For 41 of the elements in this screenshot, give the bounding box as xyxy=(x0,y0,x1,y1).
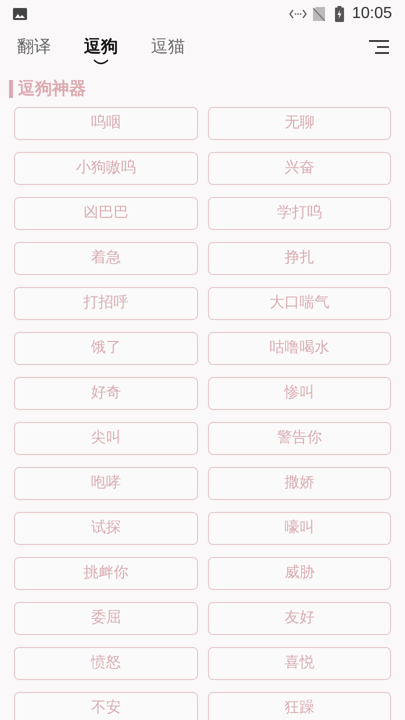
tab[interactable]: 翻译 xyxy=(17,37,51,57)
section-marker xyxy=(9,80,13,98)
sound-button[interactable]: 着急 xyxy=(14,242,198,275)
sound-button[interactable]: 挣扎 xyxy=(208,242,391,275)
sound-button[interactable]: 挑衅你 xyxy=(14,557,198,590)
sound-button[interactable]: 打招呼 xyxy=(14,287,198,320)
image-icon xyxy=(13,8,27,20)
sound-button[interactable]: 大口喘气 xyxy=(208,287,391,320)
sound-button[interactable]: 警告你 xyxy=(208,422,391,455)
sound-button[interactable]: 小狗嗷呜 xyxy=(14,152,198,185)
sound-button[interactable]: 咕噜喝水 xyxy=(208,332,391,365)
tab[interactable]: 逗猫 xyxy=(151,37,185,57)
section-title: 逗狗神器 xyxy=(18,78,86,100)
tab[interactable]: 逗狗 xyxy=(84,37,118,57)
sound-button[interactable]: 委屈 xyxy=(14,602,198,635)
sound-button[interactable]: 饿了 xyxy=(14,332,198,365)
sound-button[interactable]: 狂躁 xyxy=(208,692,391,720)
sound-button[interactable]: 学打呜 xyxy=(208,197,391,230)
sound-button[interactable]: 惨叫 xyxy=(208,377,391,410)
sound-button[interactable]: 喜悦 xyxy=(208,647,391,680)
sound-button[interactable]: 不安 xyxy=(14,692,198,720)
sound-button[interactable]: 兴奋 xyxy=(208,152,391,185)
menu-button[interactable] xyxy=(369,40,389,54)
sound-button[interactable]: 试探 xyxy=(14,512,198,545)
smile-indicator-icon xyxy=(93,59,109,65)
sound-button[interactable]: 撒娇 xyxy=(208,467,391,500)
battery-charging-icon xyxy=(334,6,344,22)
sound-button[interactable]: 无聊 xyxy=(208,107,391,140)
code-icon xyxy=(288,9,307,19)
sound-button[interactable]: 威胁 xyxy=(208,557,391,590)
sound-button[interactable]: 好奇 xyxy=(14,377,198,410)
sound-button[interactable]: 愤怒 xyxy=(14,647,198,680)
sound-button[interactable]: 凶巴巴 xyxy=(14,197,198,230)
sound-button[interactable]: 尖叫 xyxy=(14,422,198,455)
sound-button[interactable]: 友好 xyxy=(208,602,391,635)
sound-button[interactable]: 咆哮 xyxy=(14,467,198,500)
clock-time: 10:05 xyxy=(352,4,392,24)
sound-button[interactable]: 呜咽 xyxy=(14,107,198,140)
sound-button[interactable]: 嚎叫 xyxy=(208,512,391,545)
menu-icon xyxy=(369,40,389,54)
no-sim-icon xyxy=(312,7,325,21)
